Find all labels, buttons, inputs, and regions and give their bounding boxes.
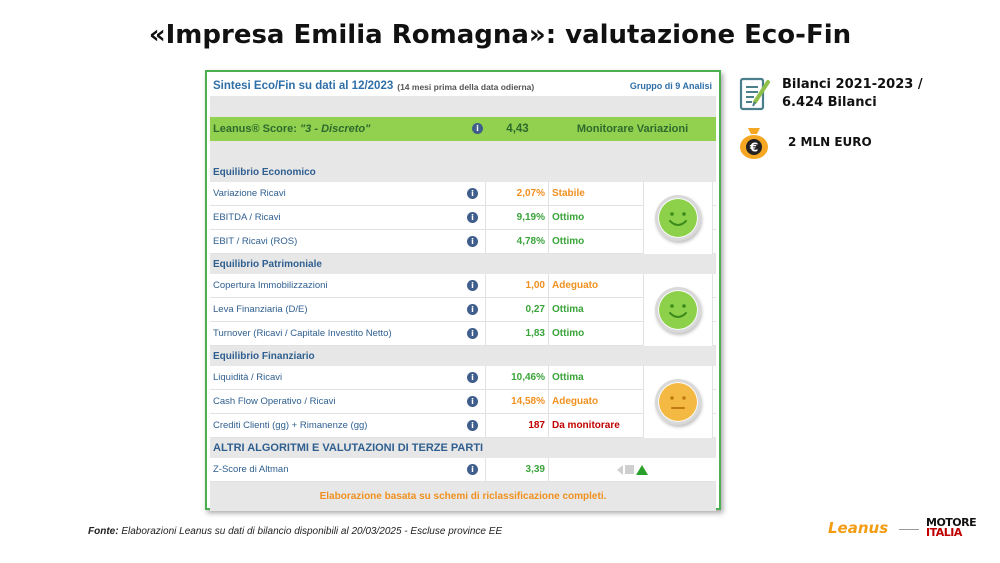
table-row: EBITDA / Ricavi i 9,19% Ottimo bbox=[210, 206, 716, 230]
section-rating bbox=[643, 366, 713, 438]
indicator-value: 2,07% bbox=[486, 182, 549, 205]
spacer-row bbox=[210, 141, 716, 162]
section-title: Equilibrio Patrimoniale bbox=[210, 254, 716, 274]
svg-text:€: € bbox=[749, 141, 758, 155]
sample-info: Bilanci 2021-2023 / 6.424 Bilanci bbox=[738, 76, 923, 112]
neutral-face-icon bbox=[659, 383, 697, 421]
section-title: Equilibrio Finanziario bbox=[210, 346, 716, 366]
trend-indicator bbox=[549, 458, 716, 481]
doc-count-line2: 6.424 Bilanci bbox=[782, 95, 877, 110]
revenue-threshold-label: 2 MLN EURO bbox=[788, 135, 872, 149]
indicator-assessment: Da monitorare bbox=[552, 420, 620, 431]
leanus-score-label: Leanus® Score: "3 - Discreto" bbox=[213, 123, 371, 135]
info-icon[interactable]: i bbox=[467, 212, 478, 223]
revenue-threshold: € 2 MLN EURO bbox=[738, 124, 872, 160]
motore-italia-logo: MOTORE ITALIA bbox=[926, 516, 977, 539]
panel-header: Sintesi Eco/Fin su dati al 12/2023 (14 m… bbox=[210, 75, 716, 97]
indicator-value: 1,83 bbox=[486, 322, 549, 345]
indicator-name: EBIT / Ricavi (ROS) i bbox=[210, 230, 486, 253]
indicator-name: Turnover (Ricavi / Capitale Investito Ne… bbox=[210, 322, 486, 345]
table-row: Variazione Ricavi i 2,07% Stabile bbox=[210, 182, 716, 206]
eco-fin-summary-panel: Sintesi Eco/Fin su dati al 12/2023 (14 m… bbox=[205, 70, 721, 511]
indicator-assessment: Ottima bbox=[552, 372, 584, 383]
indicator-name: EBITDA / Ricavi i bbox=[210, 206, 486, 229]
indicator-value: 14,58% bbox=[486, 390, 549, 413]
info-icon[interactable]: i bbox=[467, 236, 478, 247]
indicator-assessment: Ottimo bbox=[552, 236, 585, 247]
table-row: Cash Flow Operativo / Ricavi i 14,58% Adegu… bbox=[210, 390, 716, 414]
indicator-assessment: Stabile bbox=[552, 188, 585, 199]
indicator-assessment: Ottimo bbox=[552, 328, 585, 339]
panel-header-subtitle: (14 mesi prima della data odierna) bbox=[397, 81, 535, 92]
slide-title: «Impresa Emilia Romagna»: valutazione Ec… bbox=[148, 20, 852, 50]
indicator-name: Liquidità / Ricavi i bbox=[210, 366, 486, 389]
indicator-value: 10,46% bbox=[486, 366, 549, 389]
leanus-score-value: 4,43 bbox=[506, 123, 529, 135]
indicator-value: 4,78% bbox=[486, 230, 549, 253]
indicator-value: 9,19% bbox=[486, 206, 549, 229]
info-icon[interactable]: i bbox=[467, 420, 478, 431]
leanus-logo: Leanus bbox=[828, 519, 889, 537]
group-analysis-link[interactable]: Gruppo di 9 Analisi bbox=[630, 81, 712, 91]
indicator-name: Variazione Ricavi i bbox=[210, 182, 486, 205]
source-note: Fonte: Elaborazioni Leanus su dati di bi… bbox=[88, 526, 503, 537]
indicator-name: Crediti Clienti (gg) + Rimanenze (gg) i bbox=[210, 414, 486, 437]
info-icon[interactable]: i bbox=[467, 280, 478, 291]
trend-up-icon bbox=[636, 464, 648, 475]
indicator-name: Copertura Immobilizzazioni i bbox=[210, 274, 486, 297]
indicator-value: 187 bbox=[486, 414, 549, 437]
table-row: Copertura Immobilizzazioni i 1,00 Adeguato bbox=[210, 274, 716, 298]
indicator-name: Cash Flow Operativo / Ricavi i bbox=[210, 390, 486, 413]
info-icon[interactable]: i bbox=[467, 188, 478, 199]
section-rating bbox=[643, 182, 713, 254]
document-pen-icon bbox=[739, 77, 770, 111]
table-row: Crediti Clienti (gg) + Rimanenze (gg) i 18… bbox=[210, 414, 716, 438]
info-icon[interactable]: i bbox=[467, 304, 478, 315]
indicator-name: Leva Finanziaria (D/E) i bbox=[210, 298, 486, 321]
indicator-name: Z-Score di Altman i bbox=[210, 458, 486, 481]
info-icon[interactable]: i bbox=[467, 464, 478, 475]
indicator-sections: Equilibrio Economico Variazione Ricavi i 2,… bbox=[210, 162, 716, 438]
table-row: Turnover (Ricavi / Capitale Investito Ne… bbox=[210, 322, 716, 346]
panel-footer-note: Elaborazione basata su schemi di riclass… bbox=[210, 482, 716, 511]
indicator-value: 1,00 bbox=[486, 274, 549, 297]
table-row: Liquidità / Ricavi i 10,46% Ottima bbox=[210, 366, 716, 390]
info-icon[interactable]: i bbox=[467, 396, 478, 407]
table-row: Leva Finanziaria (D/E) i 0,27 Ottima bbox=[210, 298, 716, 322]
panel-header-title: Sintesi Eco/Fin su dati al 12/2023 bbox=[213, 79, 394, 92]
spacer-row bbox=[210, 97, 716, 117]
leanus-score-row: Leanus® Score: "3 - Discreto" i 4,43 Mon… bbox=[210, 117, 716, 141]
table-row: EBIT / Ricavi (ROS) i 4,78% Ottimo bbox=[210, 230, 716, 254]
indicator-value: 3,39 bbox=[486, 458, 549, 481]
trend-down-icon bbox=[617, 464, 623, 475]
info-icon[interactable]: i bbox=[467, 372, 478, 383]
euro-bag-icon: € bbox=[740, 128, 768, 159]
indicator-assessment: Adeguato bbox=[552, 280, 599, 291]
trend-stable-icon bbox=[625, 465, 634, 474]
third-party-section-title: ALTRI ALGORITMI E VALUTAZIONI DI TERZE P… bbox=[210, 438, 716, 458]
info-icon[interactable]: i bbox=[472, 123, 483, 134]
info-icon[interactable]: i bbox=[467, 328, 478, 339]
indicator-assessment: Adeguato bbox=[552, 396, 599, 407]
indicator-section: Equilibrio Economico Variazione Ricavi i 2,… bbox=[210, 162, 716, 254]
happy-face-icon bbox=[659, 199, 697, 237]
indicator-section: Equilibrio Finanziario Liquidità / Ricavi… bbox=[210, 346, 716, 438]
table-row-altman: Z-Score di Altman i 3,39 bbox=[210, 458, 716, 482]
indicator-assessment: Ottima bbox=[552, 304, 584, 315]
doc-count-line1: Bilanci 2021-2023 / bbox=[782, 77, 923, 92]
logo-divider bbox=[899, 529, 919, 530]
indicator-assessment: Ottimo bbox=[552, 212, 585, 223]
leanus-score-action: Monitorare Variazioni bbox=[576, 123, 689, 135]
section-title: Equilibrio Economico bbox=[210, 162, 716, 182]
indicator-value: 0,27 bbox=[486, 298, 549, 321]
happy-face-icon bbox=[659, 291, 697, 329]
indicator-section: Equilibrio Patrimoniale Copertura Immobil… bbox=[210, 254, 716, 346]
section-rating bbox=[643, 274, 713, 346]
